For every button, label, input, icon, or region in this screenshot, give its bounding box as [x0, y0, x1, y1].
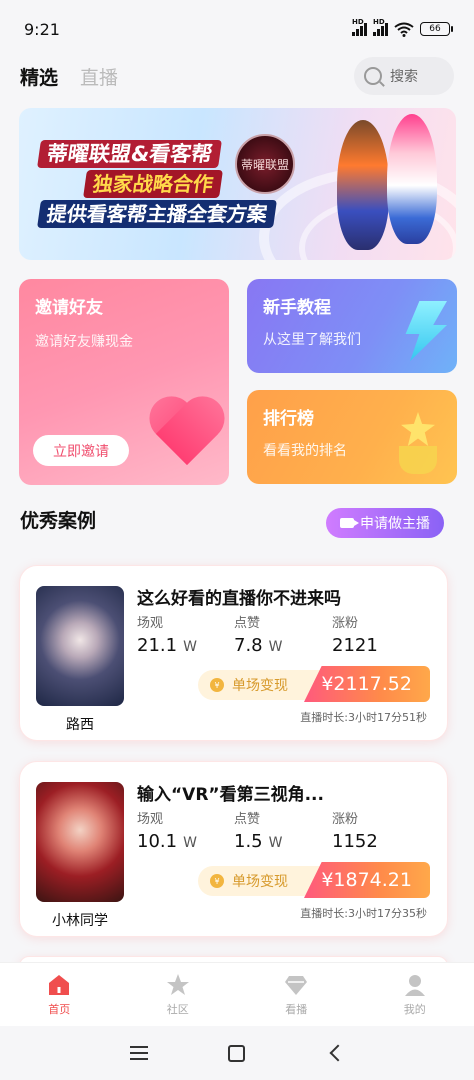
tutorial-subtitle: 从这里了解我们: [263, 332, 361, 348]
streamer-avatar: [36, 586, 124, 706]
search-icon: [364, 67, 382, 85]
banner-line-1: 蒂曜联盟&看客帮: [37, 140, 223, 168]
stat-views: 场观 10.1 W: [137, 812, 197, 852]
invite-now-button[interactable]: 立即邀请: [33, 435, 129, 466]
stream-duration: 直播时长:3小时17分51秒: [300, 711, 427, 724]
search-input[interactable]: 搜索: [354, 57, 454, 95]
signal-icon: HD: [352, 18, 367, 36]
lightning-icon: [405, 301, 447, 361]
case-title: 输入“VR”看第三视角...: [137, 785, 324, 805]
tab-live[interactable]: 直播: [80, 63, 118, 90]
case-card[interactable]: 小林同学 输入“VR”看第三视角... 场观 10.1 W 点赞 1.5 W 涨粉 …: [19, 761, 448, 937]
earn-amount: ¥2117.52: [304, 666, 430, 702]
system-nav-bar: [0, 1026, 474, 1080]
square-home-icon[interactable]: [228, 1044, 246, 1062]
heart-icon: [147, 399, 227, 473]
alliance-logo: 蒂曜联盟: [235, 134, 295, 194]
streamer-avatar: [36, 782, 124, 902]
menu-icon[interactable]: [130, 1046, 149, 1060]
stat-followers: 涨粉 2121: [332, 616, 378, 656]
coin-icon: ¥: [210, 678, 224, 692]
stream-duration: 直播时长:3小时17分35秒: [300, 907, 427, 920]
camera-icon: [340, 518, 359, 528]
tab-home[interactable]: 首页: [19, 973, 99, 1017]
section-title: 优秀案例: [20, 510, 97, 532]
ranking-title: 排行榜: [263, 409, 314, 429]
earn-amount: ¥1874.21: [304, 862, 430, 898]
wifi-icon: [394, 22, 414, 37]
star-icon: [166, 973, 189, 995]
banner-line-2: 独家战略合作: [83, 170, 223, 198]
tab-community[interactable]: 社区: [138, 973, 218, 1017]
invite-friends-card[interactable]: 邀请好友 邀请好友赚现金 立即邀请: [19, 279, 229, 485]
streamer-name: 小林同学: [52, 913, 108, 929]
trophy-icon: [395, 412, 441, 474]
stat-views: 场观 21.1 W: [137, 616, 197, 656]
apply-streamer-label: 申请做主播: [360, 516, 430, 532]
invite-subtitle: 邀请好友赚现金: [35, 334, 133, 350]
signal-icon: HD: [373, 18, 388, 36]
apply-streamer-button[interactable]: 申请做主播: [326, 508, 444, 538]
streamer-name: 路西: [66, 717, 94, 733]
banner-character-image: [387, 114, 437, 244]
top-nav: 精选 直播 搜索: [0, 56, 474, 96]
stat-likes: 点赞 1.5 W: [234, 812, 283, 852]
back-icon[interactable]: [329, 1044, 347, 1062]
search-placeholder: 搜索: [390, 69, 418, 85]
case-title: 这么好看的直播你不进来吗: [137, 589, 341, 609]
tutorial-card[interactable]: 新手教程 从这里了解我们: [247, 279, 457, 373]
banner-character-image: [337, 120, 389, 250]
battery-icon: 66: [420, 22, 453, 36]
home-icon: [49, 974, 70, 995]
invite-title: 邀请好友: [35, 298, 103, 318]
case-card[interactable]: 路西 这么好看的直播你不进来吗 场观 21.1 W 点赞 7.8 W 涨粉 2121…: [19, 565, 448, 741]
tab-profile[interactable]: 我的: [375, 973, 455, 1017]
status-icons: HD HD 66: [352, 18, 453, 37]
battery-level: 66: [429, 24, 441, 34]
banner-line-3: 提供看客帮主播全套方案: [37, 200, 277, 228]
coin-icon: ¥: [210, 874, 224, 888]
tab-watch[interactable]: 看播: [256, 973, 336, 1017]
stat-likes: 点赞 7.8 W: [234, 616, 283, 656]
status-time: 9:21: [24, 19, 60, 39]
diamond-icon: [285, 975, 308, 995]
tab-featured[interactable]: 精选: [20, 63, 58, 90]
ranking-card[interactable]: 排行榜 看看我的排名: [247, 390, 457, 484]
promo-banner[interactable]: 蒂曜联盟&看客帮 独家战略合作 提供看客帮主播全套方案 蒂曜联盟: [19, 108, 456, 260]
tutorial-title: 新手教程: [263, 298, 331, 318]
ranking-subtitle: 看看我的排名: [263, 443, 347, 459]
stat-followers: 涨粉 1152: [332, 812, 378, 852]
bottom-tab-bar: 首页 社区 看播 我的: [0, 962, 474, 1026]
person-icon: [404, 974, 425, 996]
status-bar: 9:21 HD HD 66: [0, 0, 474, 58]
